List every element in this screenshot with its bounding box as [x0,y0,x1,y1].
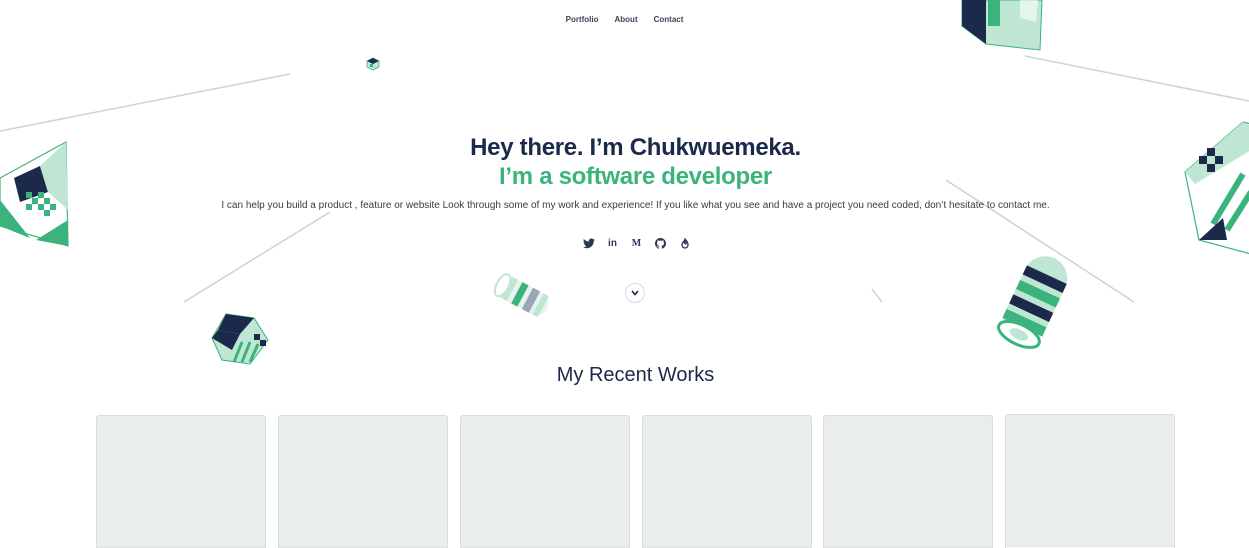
hero-description: I can help you build a product , feature… [221,200,1050,211]
hero-title: Hey there. I’m Chukwuemeka. [470,134,801,161]
top-right-box-shape [961,0,1043,51]
linkedin-icon[interactable]: in [606,237,619,250]
work-card[interactable] [460,415,630,548]
tiny-cube-shape [366,57,380,71]
work-card[interactable] [1005,414,1175,548]
page: Portfolio About Contact Hey there. I’m C… [0,0,1249,548]
work-card[interactable] [823,415,993,548]
nav-item-contact[interactable]: Contact [654,15,684,24]
hero-subtitle: I’m a software developer [499,163,772,190]
medium-icon[interactable]: M [630,237,643,250]
recent-works-title: My Recent Works [556,364,715,386]
work-card[interactable] [96,415,266,548]
scroll-down-button[interactable] [625,283,645,303]
top-nav: Portfolio About Contact [0,15,1249,24]
striped-cylinder-large [997,256,1068,349]
small-cube-shape [211,313,269,365]
twitter-icon[interactable] [582,237,595,250]
nav-item-about[interactable]: About [615,15,638,24]
github-icon[interactable] [654,237,667,250]
nav-item-portfolio[interactable]: Portfolio [566,15,599,24]
social-links: in M [582,237,691,250]
work-card[interactable] [278,415,448,548]
chevron-down-icon [631,290,639,296]
striped-cylinder-small [493,273,549,318]
work-card[interactable] [642,415,812,548]
hashnode-icon[interactable] [678,237,691,250]
